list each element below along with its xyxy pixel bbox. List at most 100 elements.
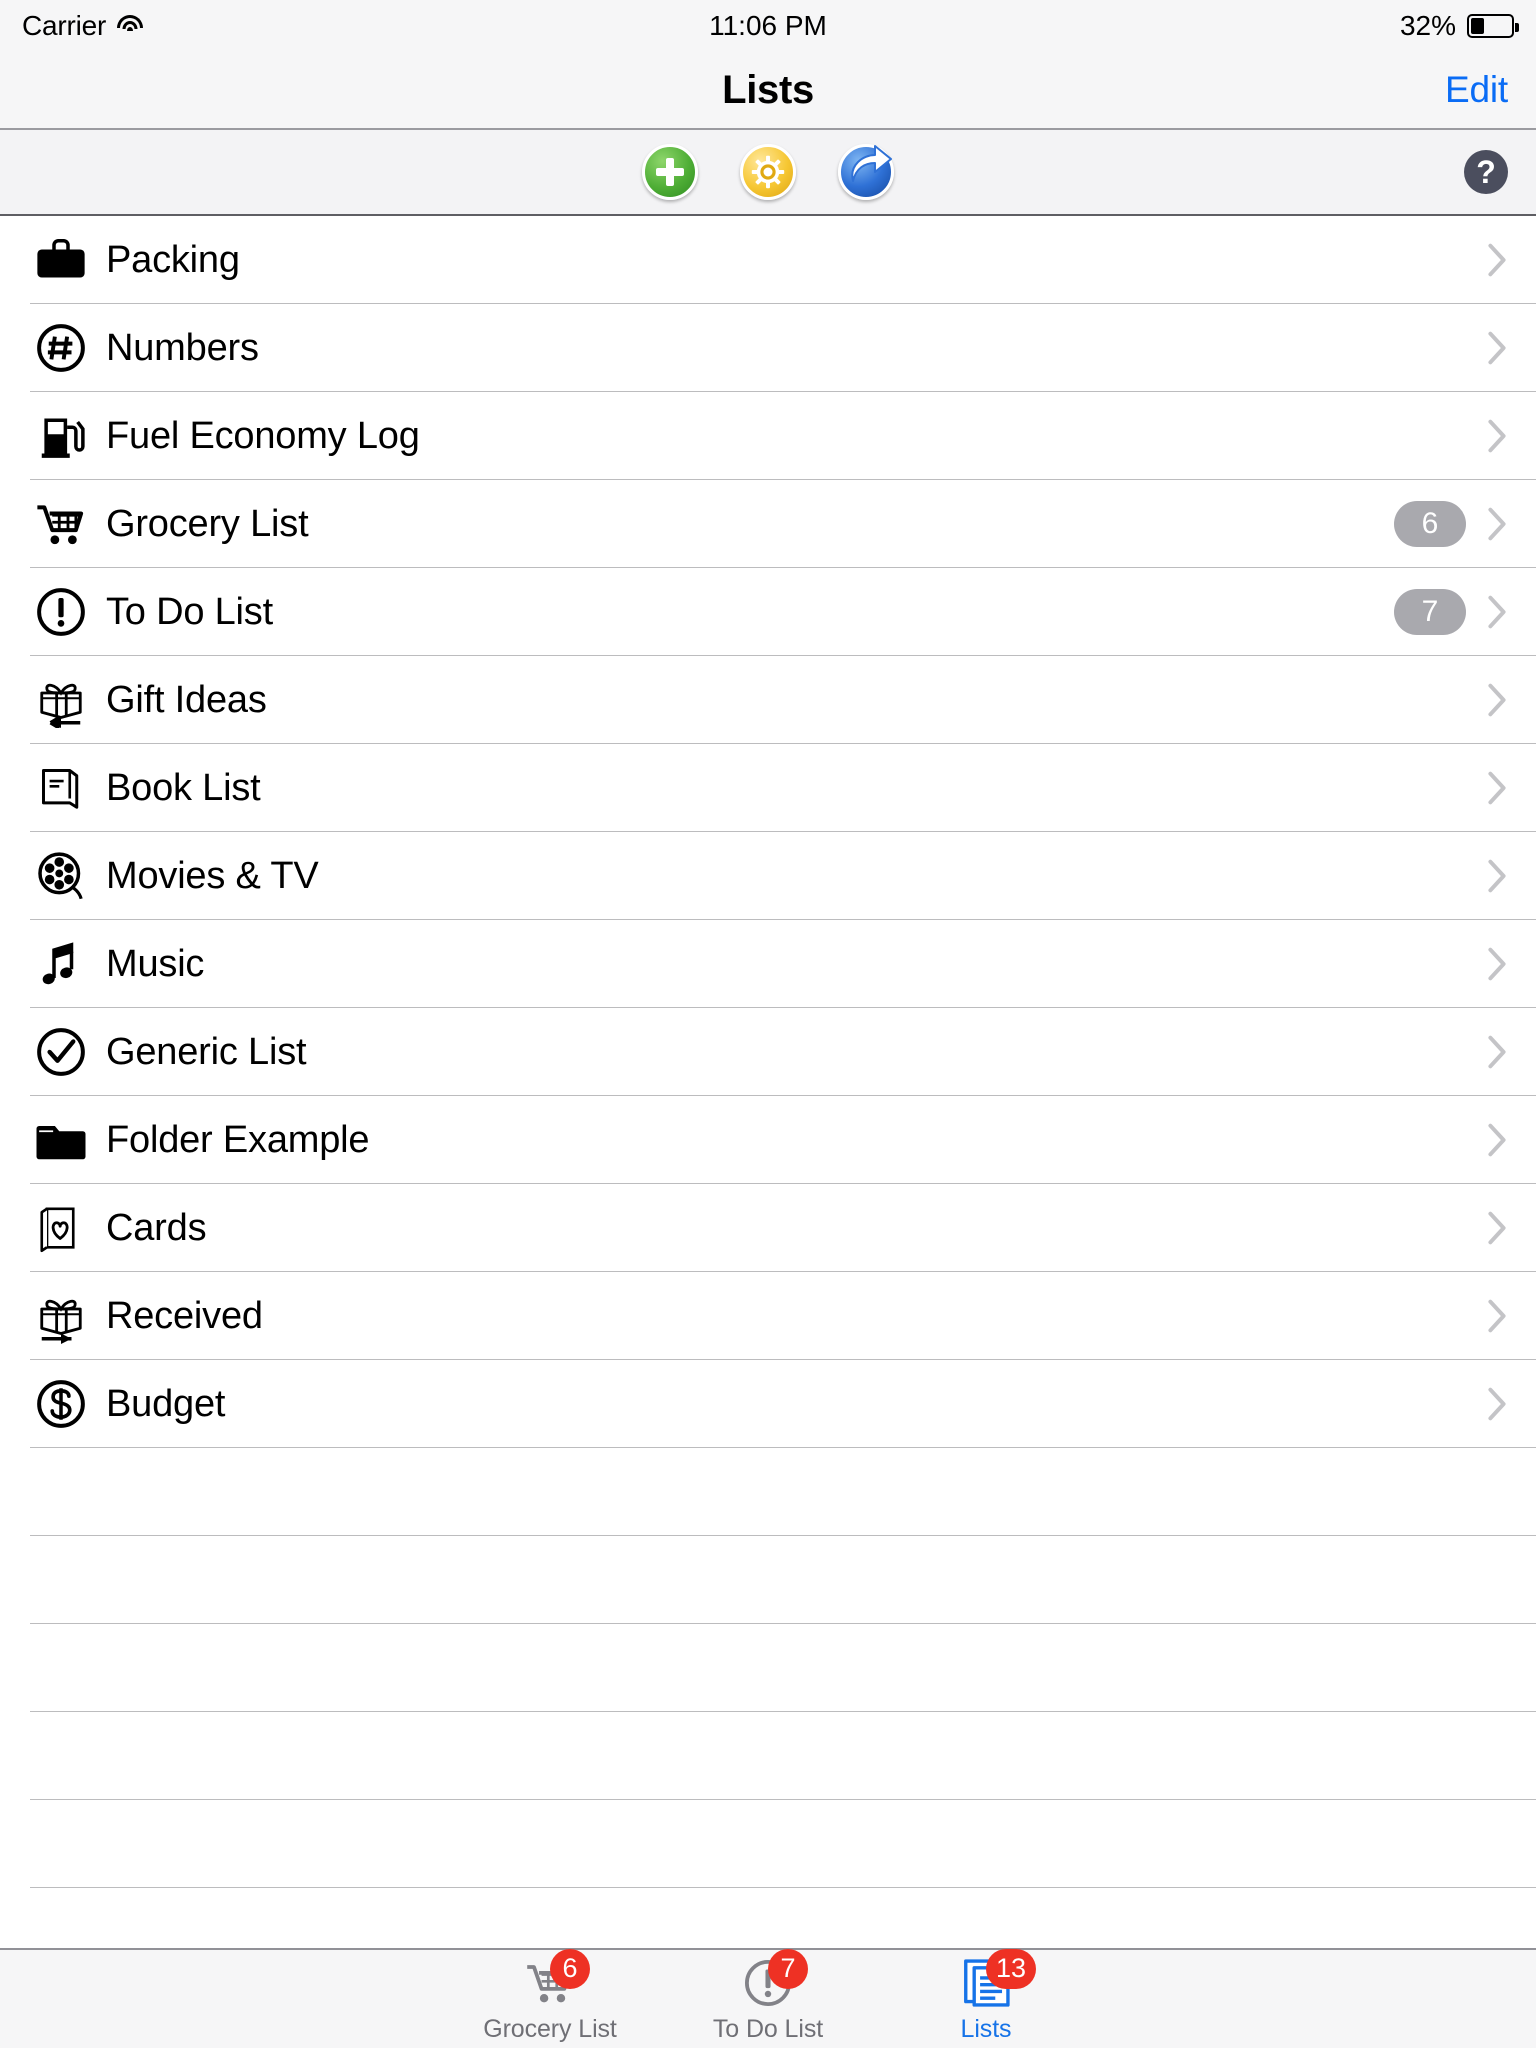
shopping-cart-icon: [30, 493, 92, 555]
list-row-accessory: [1486, 1121, 1536, 1159]
list-row-accessory: [1486, 857, 1536, 895]
hash-circle-icon: [30, 317, 92, 379]
tab-label: Lists: [960, 2014, 1012, 2043]
list-row-accessory: [1486, 1033, 1536, 1071]
share-arrow-icon: [851, 145, 892, 182]
list-row-label: Gift Ideas: [106, 678, 267, 721]
tab-to-do-list[interactable]: 7 To Do List: [659, 1948, 877, 2048]
music-note-icon: [30, 933, 92, 995]
list-row[interactable]: Book List: [0, 744, 1536, 832]
gear-icon: [751, 155, 785, 189]
greeting-card-heart-icon: [30, 1197, 92, 1259]
list-row-accessory: [1486, 329, 1536, 367]
empty-list-row: [0, 1536, 1536, 1624]
status-bar-clock: 11:06 PM: [709, 10, 827, 41]
tab-badge: 7: [768, 1948, 808, 1989]
empty-list-row: [0, 1800, 1536, 1888]
list-row[interactable]: Movies & TV: [0, 832, 1536, 920]
list-row-accessory: [1486, 681, 1536, 719]
list-row[interactable]: Received: [0, 1272, 1536, 1360]
shopping-cart-icon: 6: [510, 1948, 590, 2011]
list-row-accessory: [1486, 1209, 1536, 1247]
list-row-label: Budget: [106, 1382, 226, 1425]
status-bar: Carrier 11:06 PM 32%: [0, 0, 1536, 52]
tab-label: Grocery List: [483, 2014, 617, 2043]
navigation-bar: Lists Edit: [0, 52, 1536, 128]
app-root: Carrier 11:06 PM 32% Lists Edit ? Packin…: [0, 0, 1536, 2048]
empty-list-row: [0, 1624, 1536, 1712]
chevron-right-icon: [1486, 329, 1508, 367]
document-stack-icon: 13: [946, 1948, 1037, 2011]
page-title: Lists: [722, 67, 814, 112]
edit-button[interactable]: Edit: [1445, 69, 1508, 111]
list-row[interactable]: Numbers: [0, 304, 1536, 392]
item-count-badge: 6: [1394, 501, 1466, 547]
list-row-label: Fuel Economy Log: [106, 414, 420, 457]
add-list-button[interactable]: [642, 144, 698, 200]
list-row-label: Movies & TV: [106, 854, 319, 897]
exclamation-circle-icon: [30, 581, 92, 643]
list-row-label: Cards: [106, 1206, 207, 1249]
chevron-right-icon: [1486, 505, 1508, 543]
list-row-label: Book List: [106, 766, 261, 809]
list-row-accessory: [1486, 241, 1536, 279]
chevron-right-icon: [1486, 1297, 1508, 1335]
briefcase-icon: [30, 229, 92, 291]
chevron-right-icon: [1486, 681, 1508, 719]
list-row[interactable]: Cards: [0, 1184, 1536, 1272]
list-row-label: Grocery List: [106, 502, 309, 545]
item-count-badge: 7: [1394, 589, 1466, 635]
tab-badge: 6: [550, 1948, 590, 1989]
list-row-accessory: [1486, 769, 1536, 807]
folder-icon: [30, 1109, 92, 1171]
empty-list-row: [0, 1448, 1536, 1536]
tab-badge: 13: [986, 1948, 1037, 1989]
check-circle-icon: [30, 1021, 92, 1083]
list-row-label: Folder Example: [106, 1118, 370, 1161]
settings-button[interactable]: [740, 144, 796, 200]
gift-left-arrow-icon: [30, 669, 92, 731]
toolbar: ?: [0, 128, 1536, 216]
chevron-right-icon: [1486, 945, 1508, 983]
list-row[interactable]: Packing: [0, 216, 1536, 304]
list-row-accessory: [1486, 417, 1536, 455]
list-row-label: Received: [106, 1294, 263, 1337]
tab-grocery-list[interactable]: 6 Grocery List: [441, 1948, 659, 2048]
list-row[interactable]: Folder Example: [0, 1096, 1536, 1184]
tab-label: To Do List: [712, 2014, 824, 2043]
tab-lists[interactable]: 13 Lists: [877, 1948, 1095, 2048]
list-row-accessory: 6: [1394, 501, 1536, 547]
exclamation-circle-icon: 7: [728, 1948, 808, 2011]
battery-icon: [1467, 14, 1519, 38]
lists-table: Packing Numbers Fuel Economy Log Grocery Li…: [0, 216, 1536, 1948]
chevron-right-icon: [1486, 857, 1508, 895]
list-row-accessory: 7: [1394, 589, 1536, 635]
chevron-right-icon: [1486, 1121, 1508, 1159]
fuel-pump-icon: [30, 405, 92, 467]
list-row[interactable]: Grocery List 6: [0, 480, 1536, 568]
toolbar-buttons: [0, 144, 1536, 200]
tab-bar: 6 Grocery List 7 To Do List 13 Lists: [0, 1948, 1536, 2048]
chevron-right-icon: [1486, 593, 1508, 631]
list-row-accessory: [1486, 945, 1536, 983]
list-row-accessory: [1486, 1385, 1536, 1423]
list-row-label: Numbers: [106, 326, 259, 369]
list-row-label: Generic List: [106, 1030, 307, 1073]
list-row-label: To Do List: [106, 590, 273, 633]
list-row[interactable]: Gift Ideas: [0, 656, 1536, 744]
chevron-right-icon: [1486, 769, 1508, 807]
list-row[interactable]: Generic List: [0, 1008, 1536, 1096]
book-icon: [30, 757, 92, 819]
list-row-label: Packing: [106, 238, 240, 281]
list-row[interactable]: Fuel Economy Log: [0, 392, 1536, 480]
share-button[interactable]: [838, 144, 894, 200]
list-row[interactable]: Budget: [0, 1360, 1536, 1448]
chevron-right-icon: [1486, 1209, 1508, 1247]
chevron-right-icon: [1486, 241, 1508, 279]
gift-right-arrow-icon: [30, 1285, 92, 1347]
chevron-right-icon: [1486, 1033, 1508, 1071]
help-button[interactable]: ?: [1464, 150, 1508, 194]
list-row[interactable]: Music: [0, 920, 1536, 1008]
chevron-right-icon: [1486, 417, 1508, 455]
list-row[interactable]: To Do List 7: [0, 568, 1536, 656]
